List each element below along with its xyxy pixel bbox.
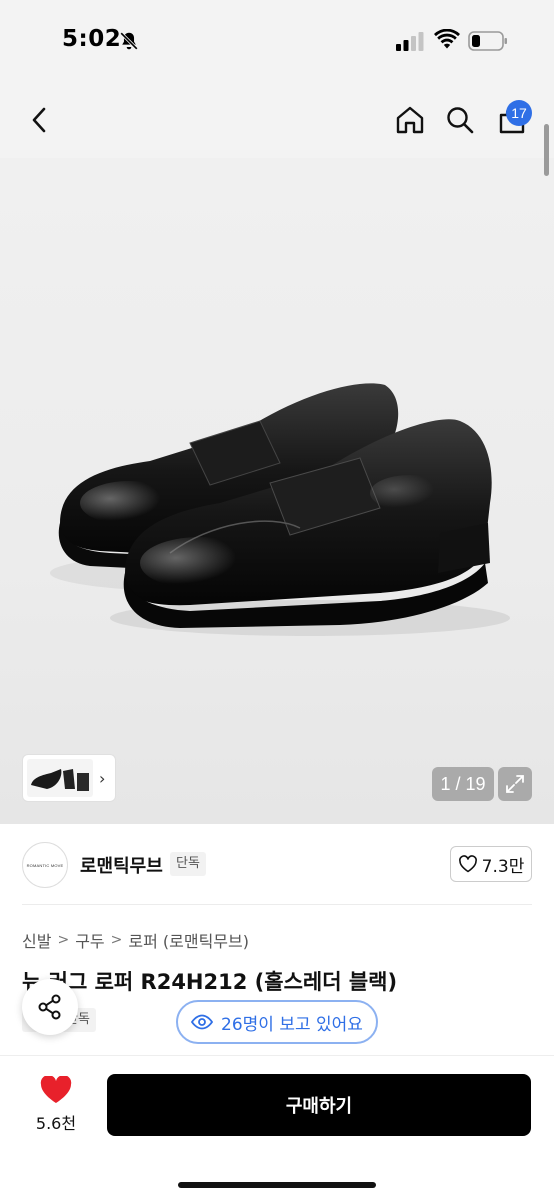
- home-button[interactable]: [390, 100, 430, 140]
- status-bar: 5:02: [0, 0, 554, 82]
- wifi-icon: [434, 29, 460, 49]
- battery-icon: [468, 31, 507, 51]
- buy-button[interactable]: 구매하기: [107, 1074, 531, 1136]
- breadcrumb-item[interactable]: 신발: [22, 928, 51, 952]
- live-viewers-text: 26명이 보고 있어요: [221, 1014, 363, 1035]
- brand-logo-text: ROMANTIC MOVE: [26, 862, 64, 868]
- top-nav-bar: [0, 82, 554, 158]
- search-icon: [447, 107, 474, 134]
- breadcrumb-separator: >: [110, 932, 123, 948]
- back-button[interactable]: [20, 100, 60, 140]
- live-viewers-pill: 26명이 보고 있어요: [176, 1000, 378, 1044]
- thumbnail-image[interactable]: [27, 759, 93, 797]
- share-icon: [38, 994, 61, 1020]
- section-divider: [22, 904, 532, 905]
- product-title: 뉴 러그 로퍼 R24H212 (홀스레더 블랙): [22, 970, 398, 994]
- wishlist-count: 5.6천: [35, 1114, 77, 1133]
- cart-count-badge: 17: [506, 100, 532, 126]
- product-image-gallery[interactable]: › 1 / 19: [0, 158, 554, 824]
- heart-filled-icon[interactable]: [40, 1076, 72, 1104]
- search-button[interactable]: [440, 100, 480, 140]
- home-icon: [396, 106, 424, 134]
- breadcrumb-item[interactable]: 구두: [75, 928, 104, 952]
- page-scrollbar[interactable]: [544, 124, 549, 176]
- brand-exclusive-badge: 단독: [170, 852, 206, 876]
- brand-logo[interactable]: ROMANTIC MOVE: [22, 842, 68, 888]
- expand-icon: [506, 775, 524, 793]
- thumbnail-next-arrow[interactable]: ›: [99, 769, 105, 788]
- image-counter: 1 / 19: [432, 767, 494, 801]
- heart-outline-icon: [458, 855, 477, 873]
- thumbnail-loafer-icon: [31, 769, 89, 791]
- home-indicator[interactable]: [178, 1182, 376, 1188]
- breadcrumb-separator: >: [57, 932, 70, 948]
- brand-name[interactable]: 로맨틱무브: [80, 852, 163, 878]
- brand-like-count: 7.3만: [481, 856, 525, 877]
- brand-row: ROMANTIC MOVE 로맨틱무브 단독 7.3만: [0, 824, 554, 904]
- status-time: 5:02: [62, 26, 122, 52]
- expand-image-button[interactable]: [498, 767, 532, 801]
- brand-like-button[interactable]: 7.3만: [450, 846, 532, 882]
- breadcrumb: 신발 > 구두 > 로퍼 (로맨틱무브): [22, 928, 249, 952]
- chevron-left-icon: [32, 107, 46, 133]
- eye-icon: [191, 1014, 214, 1030]
- bottom-action-bar: 5.6천 구매하기: [0, 1055, 554, 1200]
- breadcrumb-item[interactable]: 로퍼 (로맨틱무브): [128, 928, 249, 952]
- thumbnail-strip[interactable]: ›: [22, 754, 116, 802]
- signal-icon: [396, 32, 424, 51]
- share-button[interactable]: [22, 979, 78, 1035]
- bell-slash-icon: [120, 32, 138, 50]
- product-image-loafers: [50, 383, 510, 636]
